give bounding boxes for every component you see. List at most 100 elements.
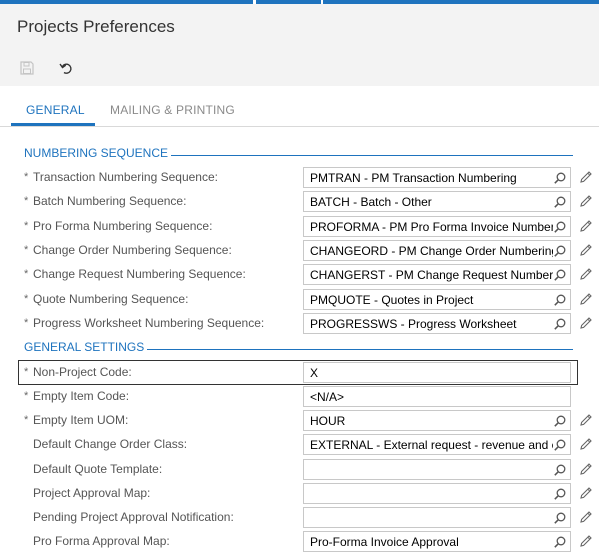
field-input[interactable]: HOUR [303,410,571,431]
edit-pencil-icon[interactable] [579,243,593,257]
field-input[interactable]: PMTRAN - PM Transaction Numbering [303,167,571,188]
field-label: Progress Worksheet Numbering Sequence: [33,316,265,330]
field-input[interactable]: BATCH - Batch - Other [303,191,571,212]
field-value: Pro-Forma Invoice Approval [310,535,459,549]
edit-pencil-icon[interactable] [579,510,593,524]
field-label: Pending Project Approval Notification: [33,510,234,524]
edit-pencil-icon[interactable] [579,292,593,306]
save-button[interactable] [19,60,35,76]
search-icon[interactable] [553,438,567,452]
tab-general[interactable]: GENERAL [26,103,85,117]
form-row: * Batch Numbering Sequence: BATCH - Batch … [0,190,599,214]
field-value: CHANGERST - PM Change Request Numbering [310,268,553,282]
field-label: Default Change Order Class: [33,437,188,451]
required-marker: * [24,244,29,256]
tab-mailing-printing[interactable]: MAILING & PRINTING [110,103,235,117]
section-divider [147,349,573,350]
page-title: Projects Preferences [17,17,175,36]
edit-pencil-icon[interactable] [579,486,593,500]
form-row: * Empty Item UOM: HOUR [0,409,599,433]
section-numbering-sequence: NUMBERING SEQUENCE [24,146,169,160]
required-marker: * [24,220,29,232]
form-row: * Change Request Numbering Sequence: CHANG… [0,263,599,287]
field-label: Pro Forma Numbering Sequence: [33,219,213,233]
field-input[interactable]: PROFORMA - PM Pro Forma Invoice Numberin… [303,216,571,237]
form-row: Pending Project Approval Notification: [0,506,599,530]
required-marker: * [24,268,29,280]
form-row: * Empty Item Code: <N/A> [0,385,599,409]
field-label: Quote Numbering Sequence: [33,292,189,306]
field-input[interactable]: CHANGERST - PM Change Request Numbering [303,264,571,285]
edit-pencil-icon[interactable] [579,219,593,233]
search-icon[interactable] [553,195,567,209]
search-icon[interactable] [553,317,567,331]
form-row: Default Quote Template: [0,458,599,482]
required-marker: * [24,317,29,329]
field-label: Empty Item Code: [33,389,130,403]
field-value: BATCH - Batch - Other [310,195,432,209]
undo-button[interactable] [58,60,74,76]
search-icon[interactable] [553,244,567,258]
field-input[interactable]: PROGRESSWS - Progress Worksheet [303,313,571,334]
field-label: Batch Numbering Sequence: [33,194,187,208]
edit-pencil-icon[interactable] [579,462,593,476]
search-icon[interactable] [553,171,567,185]
field-value: EXTERNAL - External request - revenue an… [310,438,553,452]
section-divider [171,155,573,156]
field-label: Default Quote Template: [33,462,163,476]
required-marker: * [24,293,29,305]
edit-pencil-icon[interactable] [579,534,593,548]
form-row: * Quote Numbering Sequence: PMQUOTE - Quot… [0,288,599,312]
edit-pencil-icon[interactable] [579,316,593,330]
field-value: PMTRAN - PM Transaction Numbering [310,171,517,185]
field-label: Project Approval Map: [33,486,151,500]
search-icon[interactable] [553,463,567,477]
focused-row-outline [18,360,578,385]
search-icon[interactable] [553,268,567,282]
form-row: * Pro Forma Numbering Sequence: PROFORMA -… [0,215,599,239]
field-input[interactable]: Pro-Forma Invoice Approval [303,531,571,552]
field-label: Change Order Numbering Sequence: [33,243,232,257]
tab-bar: GENERAL MAILING & PRINTING [0,86,599,127]
form-row: * Change Order Numbering Sequence: CHANGEO… [0,239,599,263]
field-value: PROGRESSWS - Progress Worksheet [310,317,517,331]
field-input[interactable] [303,507,571,528]
form-row: Pro Forma Approval Map: Pro-Forma Invoice… [0,530,599,554]
form-row: * Progress Worksheet Numbering Sequence: P… [0,312,599,336]
field-input[interactable]: CHANGEORD - PM Change Order Numbering [303,240,571,261]
page-header: Projects Preferences [0,4,599,86]
save-icon [20,61,34,75]
field-label: Pro Forma Approval Map: [33,534,170,548]
edit-pencil-icon[interactable] [579,194,593,208]
edit-pencil-icon[interactable] [579,413,593,427]
form-row: * Transaction Numbering Sequence: PMTRAN -… [0,166,599,190]
edit-pencil-icon[interactable] [579,267,593,281]
field-input[interactable] [303,483,571,504]
edit-pencil-icon[interactable] [579,437,593,451]
required-marker: * [24,414,29,426]
active-tab-indicator [11,123,95,126]
field-value: <N/A> [310,390,345,404]
search-icon[interactable] [553,220,567,234]
form-row: Project Approval Map: [0,482,599,506]
required-marker: * [24,390,29,402]
field-input[interactable]: EXTERNAL - External request - revenue an… [303,434,571,455]
required-marker: * [24,195,29,207]
edit-pencil-icon[interactable] [579,170,593,184]
search-icon[interactable] [553,414,567,428]
field-value: PMQUOTE - Quotes in Project [310,293,474,307]
field-input[interactable]: <N/A> [303,386,571,407]
field-label: Empty Item UOM: [33,413,129,427]
form-row: Default Change Order Class: EXTERNAL - Ex… [0,433,599,457]
field-label: Change Request Numbering Sequence: [33,267,246,281]
field-label: Transaction Numbering Sequence: [33,170,218,184]
search-icon[interactable] [553,511,567,525]
field-input[interactable]: PMQUOTE - Quotes in Project [303,289,571,310]
search-icon[interactable] [553,535,567,549]
field-input[interactable] [303,459,571,480]
search-icon[interactable] [553,293,567,307]
undo-icon [59,63,72,74]
section-general-settings: GENERAL SETTINGS [24,340,145,354]
required-marker: * [24,171,29,183]
search-icon[interactable] [553,487,567,501]
